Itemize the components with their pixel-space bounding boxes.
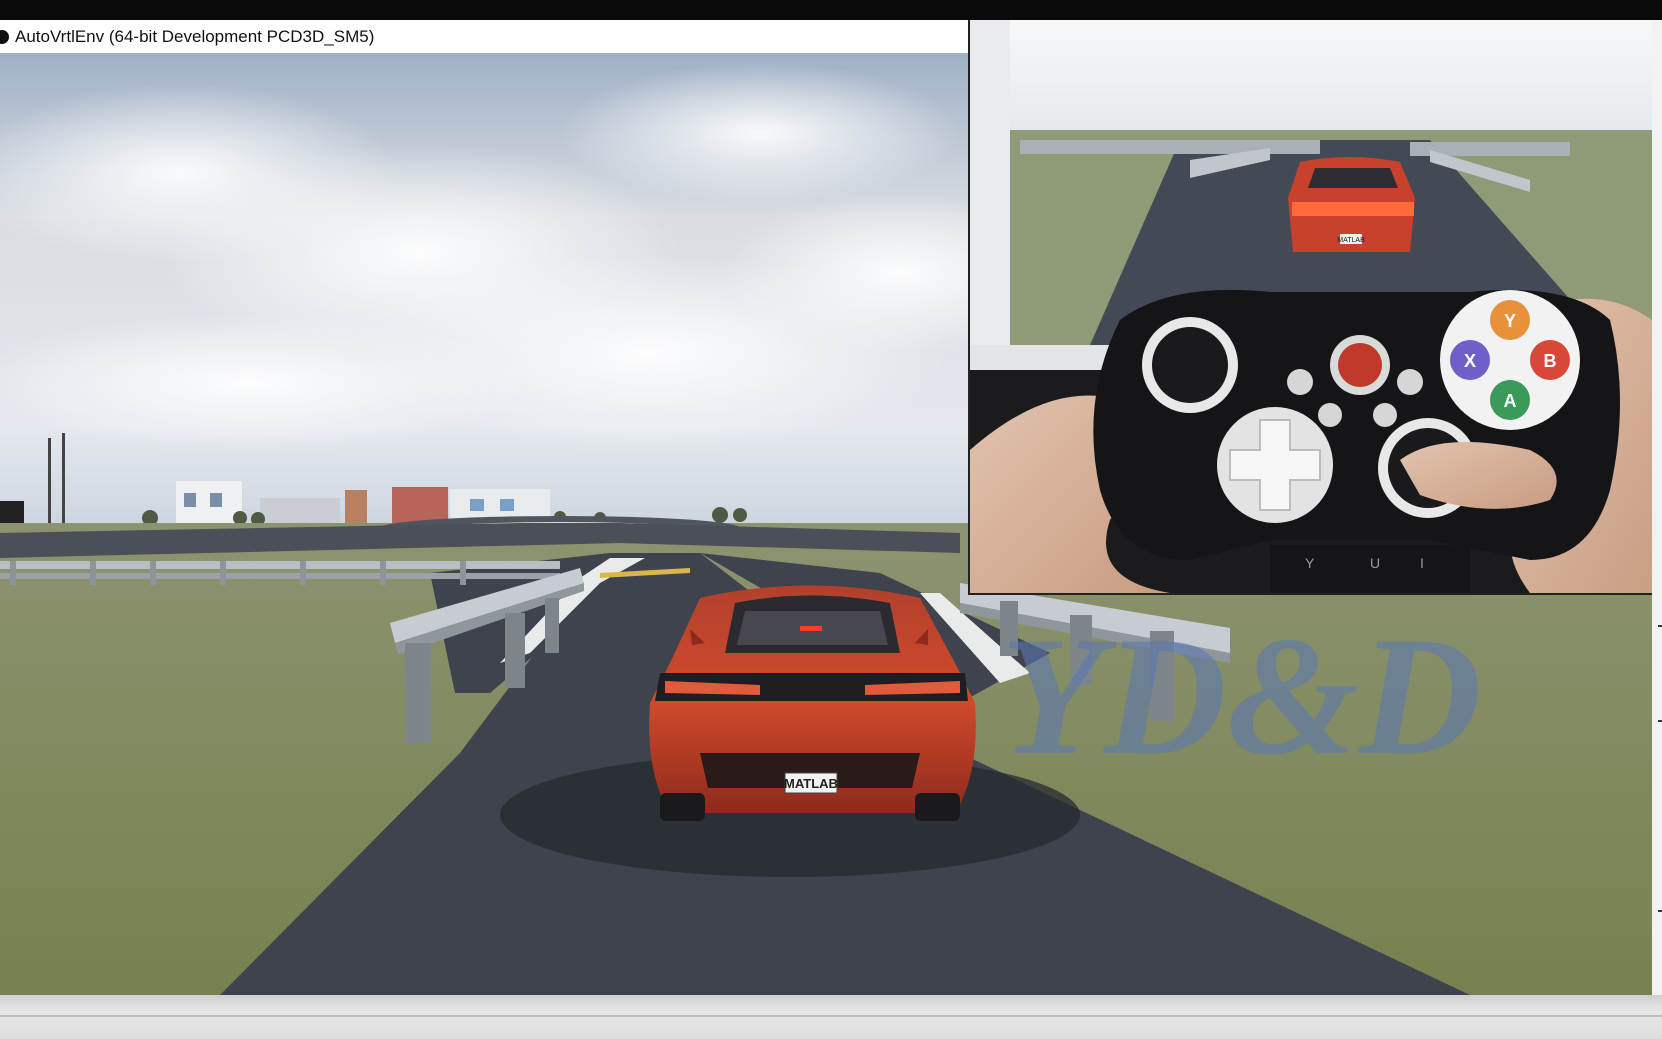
left-thumbstick [1152,327,1228,403]
back-button [1287,369,1313,395]
keyboard: Y U I [1270,545,1470,593]
svg-text:YD&D: YD&D [1000,602,1482,790]
inset-plate-text: MATLAB [1337,237,1365,244]
inset-sky [1010,20,1662,130]
app-icon [0,29,9,44]
svg-text:I: I [1420,555,1424,571]
license-plate-text: MATLAB [784,776,838,791]
svg-text:B: B [1544,351,1557,371]
gamepad: Y B X A [1093,289,1620,560]
svg-text:A: A [1504,391,1517,411]
bottom-bar [0,995,1662,1039]
title-bar[interactable]: AutoVrtlEnv (64-bit Development PCD3D_SM… [0,20,968,53]
top-strip [0,0,1662,20]
inset-render: MATLAB Y U I Y B X A [970,20,1662,593]
svg-text:X: X [1464,351,1476,371]
gamepad-camera-inset: MATLAB Y U I Y B X A [968,20,1662,595]
watermark: YD&D [1000,602,1482,790]
svg-text:U: U [1370,555,1380,571]
start-button [1397,369,1423,395]
right-window-edge [1652,20,1662,995]
window-title: AutoVrtlEnv (64-bit Development PCD3D_SM… [15,26,375,46]
inset-car: MATLAB [1288,157,1415,252]
svg-text:Y: Y [1305,555,1315,571]
svg-text:Y: Y [1504,311,1516,331]
red-sports-car: MATLAB [649,585,976,821]
